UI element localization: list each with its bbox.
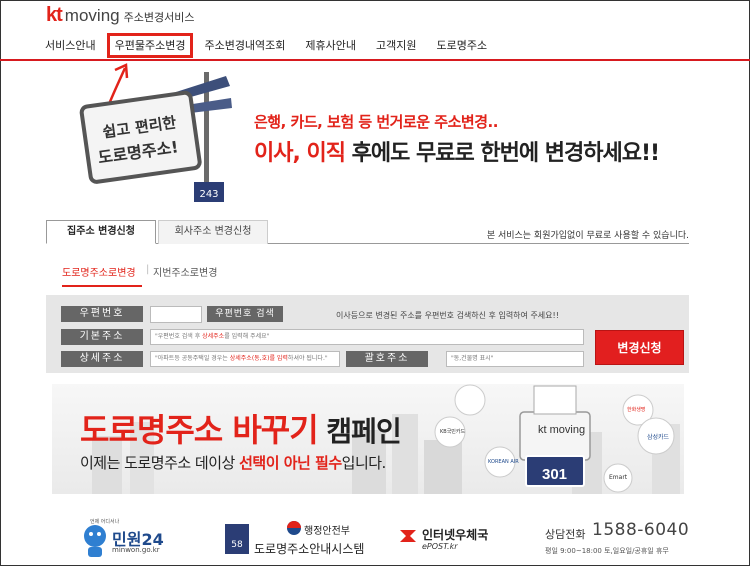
base-ph-post: 를 입력해 주세요" bbox=[224, 333, 270, 340]
campaign-subtitle: 이제는 도로명주소 데이상 선택이 아닌 필수입니다. bbox=[80, 452, 386, 473]
zip-input[interactable] bbox=[150, 306, 202, 323]
zip-note: 이사등으로 변경된 주소를 우편번호 검색하신 후 입력하여 주세요!! bbox=[336, 311, 559, 320]
minwon24-mascot-icon bbox=[84, 525, 106, 557]
subtab-road-address[interactable]: 도로명주소로변경 bbox=[62, 264, 142, 287]
campaign-title-dark: 캠페인 bbox=[317, 415, 401, 448]
logo-moving: moving bbox=[64, 6, 120, 25]
minwon-slogan: 언제 어디서나 bbox=[90, 519, 120, 525]
base-ph-pre: "우편번호 검색 후 bbox=[155, 333, 203, 340]
partner-korean-air: KOREAN AIR bbox=[488, 459, 519, 465]
call-hours: 평일 9:00~18:00 토,일요일/공휴일 휴무 bbox=[545, 547, 669, 555]
road-sign-icon: 58 bbox=[225, 524, 249, 554]
call-label: 상담전화 bbox=[545, 528, 586, 541]
base-address-input[interactable]: "우편번호 검색 후 상세주소를 입력해 주세요" bbox=[150, 329, 584, 345]
epost-name: 인터넷우체국 bbox=[422, 528, 489, 542]
detail-ph-hl: 상세주소(동,호)를 입력 bbox=[229, 355, 288, 362]
tab-home-address[interactable]: 집주소 변경신청 bbox=[46, 220, 156, 244]
campaign-title-red: 도로명주소 바꾸기 bbox=[80, 411, 319, 449]
zip-search-button[interactable]: 우편번호 검색 bbox=[207, 306, 283, 322]
nav-divider bbox=[0, 59, 750, 61]
zip-label: 우편번호 bbox=[61, 306, 143, 322]
campaign-sign-number: 301 bbox=[542, 466, 568, 483]
footer: 언제 어디서나 민원24 minwon.go.kr 58 행정안전부 도로명주소… bbox=[0, 510, 750, 566]
service-name: 주소변경서비스 bbox=[123, 11, 195, 24]
base-ph-hl: 상세주소 bbox=[202, 333, 225, 340]
road-sign-illustration: 쉽고 편리한 도로명주소! 243 bbox=[79, 72, 232, 202]
subtab-separator: | bbox=[146, 264, 150, 275]
main-nav: 서비스안내 우편물주소변경 주소변경내역조회 제휴사안내 고객지원 도로명주소 bbox=[45, 33, 501, 59]
nav-partners[interactable]: 제휴사안내 bbox=[299, 39, 362, 59]
sign-number: 243 bbox=[199, 189, 218, 200]
extra-address-label: 괄호주소 bbox=[346, 351, 428, 367]
banner-tagline: 은행, 카드, 보험 등 번거로운 주소변경.. bbox=[254, 113, 498, 131]
kt-moving-logo[interactable]: kt moving 주소변경서비스 bbox=[46, 4, 194, 27]
nav-mail-address-change[interactable]: 우편물주소변경 bbox=[106, 33, 194, 58]
campaign-title: 도로명주소 바꾸기 캠페인 bbox=[80, 405, 402, 451]
address-type-tabs: 집주소 변경신청 회사주소 변경신청 본 서비스는 회원가입없이 무료로 사용할… bbox=[46, 220, 689, 244]
base-address-label: 기본주소 bbox=[61, 329, 143, 345]
road-sign-number: 58 bbox=[231, 540, 243, 550]
subtab-lot-address[interactable]: 지번주소로변경 bbox=[153, 264, 217, 279]
detail-address-label: 상세주소 bbox=[61, 351, 143, 367]
partner-hanwha: 한화생명 bbox=[627, 407, 646, 413]
campaign-sub-pre: 이제는 도로명주소 데이상 bbox=[80, 454, 240, 472]
headline-rest: 후에도 무료로 한번에 변경하세요!! bbox=[344, 141, 660, 166]
campaign-banner[interactable]: kt moving 301 KB국민카드 KOREAN AIR 삼성카드 Ema… bbox=[52, 384, 684, 494]
epost-logo-icon bbox=[400, 530, 416, 542]
logo-kt: kt bbox=[46, 4, 63, 26]
nav-customer-support[interactable]: 고객지원 bbox=[370, 39, 422, 59]
road-org: 행정안전부 bbox=[304, 526, 350, 537]
address-form: 우편번호 우편번호 검색 이사등으로 변경된 주소를 우편번호 검색하신 후 입… bbox=[46, 295, 689, 373]
service-notice: 본 서비스는 회원가입없이 무료로 사용할 수 있습니다. bbox=[486, 231, 689, 241]
government-emblem-icon bbox=[287, 521, 301, 535]
call-number: 1588-6040 bbox=[592, 520, 690, 540]
partner-kb: KB국민카드 bbox=[440, 429, 466, 435]
submit-change-button[interactable]: 변경신청 bbox=[595, 330, 684, 365]
banner-headline: 이사, 이직 후에도 무료로 한번에 변경하세요!! bbox=[254, 135, 660, 167]
minwon-url: minwon.go.kr bbox=[112, 546, 160, 554]
nav-service-info[interactable]: 서비스안내 bbox=[45, 39, 102, 59]
campaign-sub-red: 선택이 아닌 필수 bbox=[239, 454, 342, 472]
tab-company-address[interactable]: 회사주소 변경신청 bbox=[158, 220, 268, 244]
partner-emart: Emart bbox=[609, 474, 628, 481]
epost-url: ePOST.kr bbox=[422, 542, 458, 551]
detail-address-input[interactable]: "아파트등 공동주택일 경우는 상세주소(동,호)를 입력하셔야 됩니다." bbox=[150, 351, 340, 367]
extra-address-input[interactable]: "동,건물명 표시" bbox=[446, 351, 584, 367]
nav-road-address[interactable]: 도로명주소 bbox=[431, 39, 494, 59]
headline-red: 이사, 이직 bbox=[254, 141, 346, 166]
detail-ph-post: 하셔야 됩니다." bbox=[287, 355, 328, 362]
address-format-subtabs: 도로명주소로변경 | 지번주소로변경 bbox=[46, 252, 689, 287]
detail-ph-pre: "아파트등 공동주택일 경우는 bbox=[155, 355, 230, 362]
nav-change-history[interactable]: 주소변경내역조회 bbox=[198, 39, 291, 59]
partner-samsung-card: 삼성카드 bbox=[647, 434, 670, 441]
road-system-name: 도로명주소안내시스템 bbox=[254, 542, 365, 556]
campaign-sub-post: 입니다. bbox=[341, 454, 387, 472]
printer-brand: kt moving bbox=[538, 424, 586, 436]
